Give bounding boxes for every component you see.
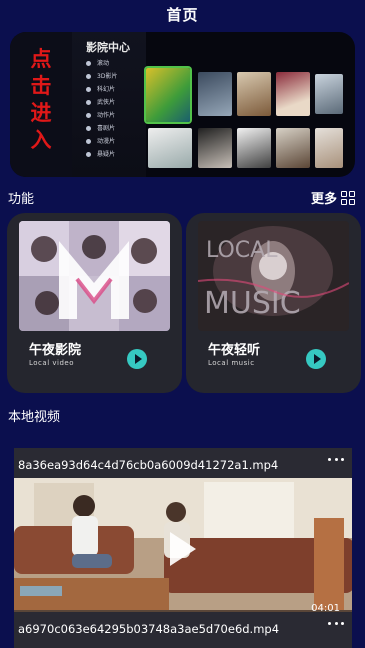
banner-menu-item: 动漫片	[86, 137, 115, 147]
banner-menu-item: 动作片	[86, 111, 115, 121]
svg-text:MUSIC: MUSIC	[204, 286, 301, 321]
poster-image	[315, 128, 343, 168]
more-dots-icon[interactable]	[328, 458, 344, 462]
video-list-item[interactable]: 8a36ea93d64c4d76cb0a6009d41272a1.mp4 04:…	[14, 448, 352, 620]
poster-image	[198, 72, 232, 116]
card-title: 午夜轻听	[208, 343, 261, 358]
music-logo-image: LOCAL MUSIC	[198, 221, 349, 331]
banner-char: 击	[30, 74, 52, 98]
banner-menu-item: 喜剧片	[86, 124, 115, 134]
video-thumbnail[interactable]: 04:01	[14, 478, 352, 620]
banner-char: 进	[30, 101, 52, 125]
poster-image	[237, 72, 271, 116]
more-label: 更多	[310, 192, 337, 207]
banner-menu-item: 悬疑片	[86, 150, 115, 160]
card-title: 午夜影院	[29, 343, 82, 358]
midnight-music-thumbnail: LOCAL MUSIC	[198, 221, 349, 331]
poster-image	[198, 128, 232, 168]
banner-menu-item: 滚动	[86, 59, 109, 69]
poster-image	[146, 68, 190, 122]
more-button[interactable]: 更多	[311, 188, 355, 207]
midnight-cinema-thumbnail	[19, 221, 170, 331]
svg-text:LOCAL: LOCAL	[206, 238, 278, 263]
play-icon[interactable]	[306, 349, 326, 369]
banner-left-panel: 点 击 进 入	[10, 32, 72, 177]
midnight-music-card[interactable]: LOCAL MUSIC 午夜轻听 Local music	[186, 213, 361, 393]
local-videos-label: 本地视频	[8, 410, 61, 425]
banner-char: 点	[30, 47, 52, 71]
card-subtitle: Local video	[29, 359, 74, 367]
banner-menu-item: 武侠片	[86, 98, 115, 108]
card-subtitle: Local music	[208, 359, 255, 367]
play-icon[interactable]	[127, 349, 147, 369]
page-title: 首页	[166, 6, 199, 24]
banner-menu-item: 科幻片	[86, 85, 115, 95]
cinema-logo-image	[19, 221, 170, 331]
video-list-item[interactable]: a6970c063e64295b03748a3ae5d70e6d.mp4	[14, 612, 352, 648]
banner-call-to-action: 点 击 进 入	[24, 46, 58, 154]
banner-char: 入	[30, 128, 52, 152]
poster-image	[237, 128, 271, 168]
poster-image	[148, 128, 192, 168]
features-label: 功能	[8, 192, 35, 207]
poster-image	[315, 74, 343, 114]
video-filename: a6970c063e64295b03748a3ae5d70e6d.mp4	[18, 622, 280, 636]
poster-image	[276, 128, 310, 168]
midnight-cinema-card[interactable]: 午夜影院 Local video	[7, 213, 182, 393]
banner-menu-title: 影院中心	[86, 41, 130, 54]
play-icon[interactable]	[170, 532, 196, 566]
more-dots-icon[interactable]	[328, 622, 344, 626]
grid-icon	[341, 190, 355, 205]
video-filename: 8a36ea93d64c4d76cb0a6009d41272a1.mp4	[18, 458, 279, 472]
cinema-banner[interactable]: 点 击 进 入 影院中心 滚动 3D影片 科幻片 武侠片 动作片 喜剧片 动漫片…	[10, 32, 355, 177]
banner-menu: 影院中心 滚动 3D影片 科幻片 武侠片 动作片 喜剧片 动漫片 悬疑片	[72, 32, 146, 177]
banner-menu-item: 3D影片	[86, 72, 117, 82]
banner-poster-grid	[146, 60, 351, 172]
poster-image	[276, 72, 310, 116]
